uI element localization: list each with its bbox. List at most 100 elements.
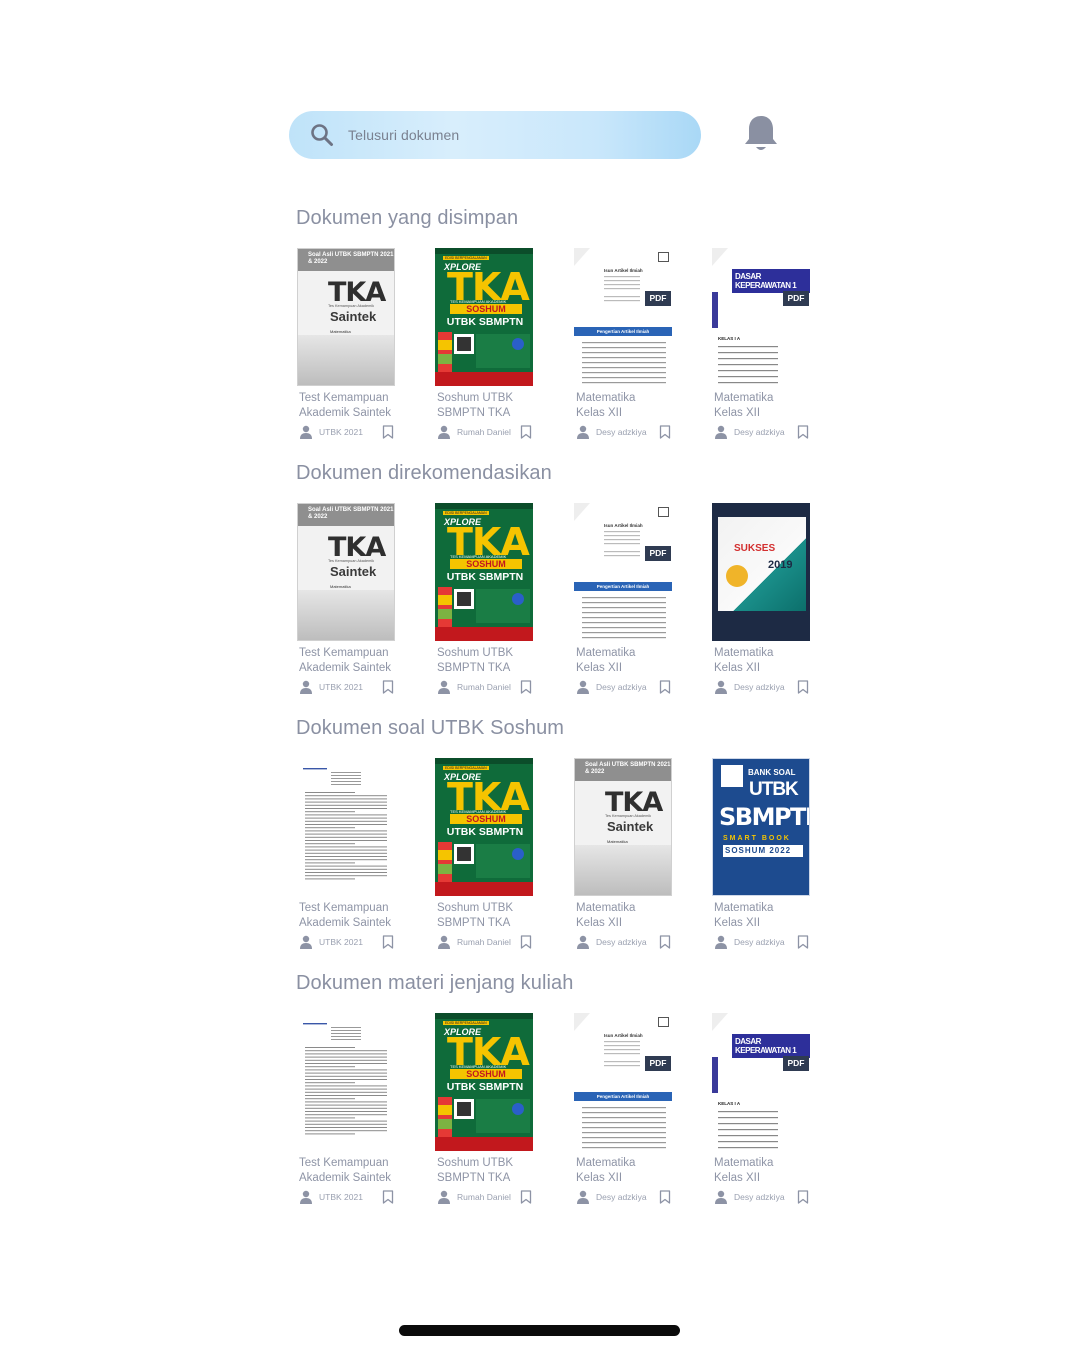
document-meta: Rumah Daniel xyxy=(437,424,533,440)
document-card[interactable]: EDISI BERPENGALAMAN TKA XPLORE TES KEMAMPUA… xyxy=(435,758,545,958)
document-card[interactable]: Test Kemampuan Akademik Saintek UTBK 2021 xyxy=(297,758,407,958)
bookmark-icon[interactable] xyxy=(382,935,394,949)
document-author: Desy adzkiya xyxy=(596,937,647,947)
pdf-badge: PDF xyxy=(645,546,671,561)
document-card[interactable]: Isun Artikel Ilmiah PDF Pengertian Artikel… xyxy=(574,248,684,448)
user-icon xyxy=(438,1190,450,1204)
document-cover[interactable]: SUKSES 2019 xyxy=(712,503,810,641)
document-cover[interactable]: Isun Artikel Ilmiah PDF Pengertian Artikel… xyxy=(574,503,672,641)
user-icon xyxy=(577,425,589,439)
document-meta: Desy adzkiya xyxy=(576,1189,672,1205)
document-cover[interactable]: EDISI BERPENGALAMAN TKA XPLORE TES KEMAMPUA… xyxy=(435,248,533,386)
document-title-line2: Kelas XII xyxy=(576,917,623,929)
bookmark-icon[interactable] xyxy=(797,1190,809,1204)
document-cover[interactable] xyxy=(297,758,395,896)
cover-subtitle: Tes Kemampuan Akademik xyxy=(328,559,375,563)
cover-text-lines xyxy=(574,248,666,384)
document-cover[interactable]: Soal Asli UTBK SBMPTN 2021 & 2022 TKA Tes … xyxy=(297,248,395,386)
cover-label: SOSHUM 2022 xyxy=(723,845,803,857)
user-icon xyxy=(715,1190,727,1204)
pdf-badge: PDF xyxy=(783,291,809,306)
document-card[interactable]: Isun Artikel Ilmiah PDF Pengertian Artikel… xyxy=(574,1013,684,1213)
document-card[interactable]: Soal Asli UTBK SBMPTN 2021 & 2022 TKA Tes … xyxy=(297,248,407,448)
cover-label: SOSHUM xyxy=(450,1069,522,1079)
document-title-line1: Matematika xyxy=(576,392,636,404)
cover-exam: UTBK xyxy=(749,779,799,800)
document-card[interactable]: Test Kemampuan Akademik Saintek UTBK 2021 xyxy=(297,1013,407,1213)
document-cover[interactable]: EDISI BERPENGALAMAN TKA XPLORE TES KEMAMPUA… xyxy=(435,1013,533,1151)
cover-text-lines xyxy=(303,1023,387,1135)
user-icon xyxy=(715,680,727,694)
document-cover[interactable]: Soal Asli UTBK SBMPTN 2021 & 2022 TKA Tes … xyxy=(574,758,672,896)
document-cover[interactable]: EDISI BERPENGALAMAN TKA XPLORE TES KEMAMPUA… xyxy=(435,503,533,641)
document-card[interactable]: DASAR KEPERAWATAN 1 PDF KELAS I A Matematik… xyxy=(712,1013,822,1213)
document-cover[interactable] xyxy=(297,1013,395,1151)
document-meta: Desy adzkiya xyxy=(714,424,810,440)
bookmark-icon[interactable] xyxy=(382,425,394,439)
bookmark-icon[interactable] xyxy=(659,1190,671,1204)
document-meta: UTBK 2021 xyxy=(299,424,395,440)
cover-label: SOSHUM xyxy=(450,559,522,569)
document-title-line1: Test Kemampuan xyxy=(299,392,389,404)
cover-seal xyxy=(726,565,748,587)
cover-bottom-strip xyxy=(435,372,533,386)
bookmark-icon[interactable] xyxy=(520,935,532,949)
document-meta: Desy adzkiya xyxy=(714,679,810,695)
document-card[interactable]: EDISI BERPENGALAMAN TKA XPLORE TES KEMAMPUA… xyxy=(435,248,545,448)
document-meta: UTBK 2021 xyxy=(299,934,395,950)
bookmark-icon[interactable] xyxy=(797,935,809,949)
cover-banner: DASAR KEPERAWATAN 1 xyxy=(732,269,810,293)
bookmark-icon[interactable] xyxy=(797,680,809,694)
cover-name: Saintek xyxy=(607,819,654,834)
cover-badge: EDISI BERPENGALAMAN xyxy=(443,1021,489,1025)
document-cover[interactable]: EDISI BERPENGALAMAN TKA XPLORE TES KEMAMPUA… xyxy=(435,758,533,896)
document-card[interactable]: Isun Artikel Ilmiah PDF Pengertian Artikel… xyxy=(574,503,684,703)
document-card[interactable]: DASAR KEPERAWATAN 1 PDF KELAS I A Matematik… xyxy=(712,248,822,448)
document-card[interactable]: BANK SOAL UTBK SBMPTN SMART BOOK SOSHUM 2022… xyxy=(712,758,822,958)
user-icon xyxy=(715,425,727,439)
cover-banner: DASAR KEPERAWATAN 1 xyxy=(732,1034,810,1058)
document-meta: UTBK 2021 xyxy=(299,679,395,695)
cover-exam: UTBK SBMPTN xyxy=(446,826,524,838)
document-author: Desy adzkiya xyxy=(596,682,647,692)
document-cover[interactable]: Soal Asli UTBK SBMPTN 2021 & 2022 TKA Tes … xyxy=(297,503,395,641)
document-card[interactable]: EDISI BERPENGALAMAN TKA XPLORE TES KEMAMPUA… xyxy=(435,503,545,703)
cover-title: SUKSES xyxy=(734,543,776,554)
document-card[interactable]: SUKSES 2019 Matematika Kelas XII Desy adzkiy… xyxy=(712,503,822,703)
document-title-line1: Soshum UTBK xyxy=(437,647,514,659)
user-icon xyxy=(300,935,312,949)
document-author: Desy adzkiya xyxy=(734,1192,785,1202)
document-card[interactable]: Soal Asli UTBK SBMPTN 2021 & 2022 TKA Tes … xyxy=(297,503,407,703)
bell-icon[interactable] xyxy=(742,112,780,154)
document-cover[interactable]: BANK SOAL UTBK SBMPTN SMART BOOK SOSHUM 2022 xyxy=(712,758,810,896)
document-cover[interactable]: Isun Artikel Ilmiah PDF Pengertian Artikel… xyxy=(574,248,672,386)
document-title-line2: Akademik Saintek xyxy=(299,917,392,929)
document-cover[interactable]: Isun Artikel Ilmiah PDF Pengertian Artikel… xyxy=(574,1013,672,1151)
document-card[interactable]: Soal Asli UTBK SBMPTN 2021 & 2022 TKA Tes … xyxy=(574,758,684,958)
bookmark-icon[interactable] xyxy=(797,425,809,439)
user-icon xyxy=(577,1190,589,1204)
user-icon xyxy=(438,680,450,694)
search-bar[interactable]: Telusuri dokumen xyxy=(289,111,701,159)
document-author: Desy adzkiya xyxy=(596,1192,647,1202)
bookmark-icon[interactable] xyxy=(520,1190,532,1204)
bookmark-icon[interactable] xyxy=(520,425,532,439)
document-cover[interactable]: DASAR KEPERAWATAN 1 PDF KELAS I A xyxy=(712,1013,810,1151)
bookmark-icon[interactable] xyxy=(659,935,671,949)
search-input[interactable]: Telusuri dokumen xyxy=(348,127,459,143)
document-meta: Desy adzkiya xyxy=(576,424,672,440)
cover-bottom-strip xyxy=(435,882,533,896)
cover-stripe xyxy=(712,1057,718,1093)
document-card[interactable]: EDISI BERPENGALAMAN TKA XPLORE TES KEMAMPUA… xyxy=(435,1013,545,1213)
bookmark-icon[interactable] xyxy=(659,425,671,439)
document-title-line1: Matematika xyxy=(576,902,636,914)
section-title: Dokumen materi jenjang kuliah xyxy=(296,972,574,994)
bookmark-icon[interactable] xyxy=(659,680,671,694)
document-title-line1: Test Kemampuan xyxy=(299,902,389,914)
document-author: Rumah Daniel xyxy=(457,937,511,947)
bookmark-icon[interactable] xyxy=(382,1190,394,1204)
bookmark-icon[interactable] xyxy=(520,680,532,694)
bookmark-icon[interactable] xyxy=(382,680,394,694)
section-title: Dokumen direkomendasikan xyxy=(296,462,552,484)
document-cover[interactable]: DASAR KEPERAWATAN 1 PDF KELAS I A xyxy=(712,248,810,386)
